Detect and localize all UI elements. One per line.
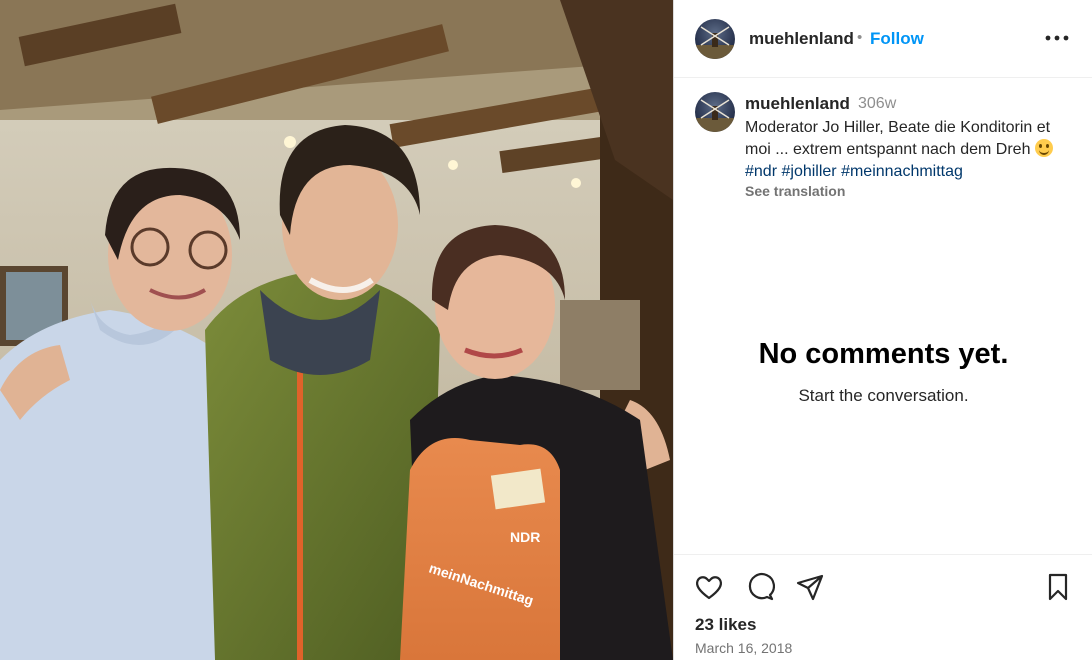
separator-dot: •: [857, 29, 863, 46]
apron-brand: NDR: [510, 529, 540, 545]
no-comments-title: No comments yet.: [758, 338, 1009, 370]
smiling-face-emoji-icon: [1034, 139, 1053, 157]
caption-timestamp[interactable]: 306w: [858, 95, 896, 113]
more-options-icon[interactable]: [1044, 28, 1070, 48]
windmill-icon: [695, 99, 735, 132]
caption-avatar[interactable]: [695, 92, 735, 132]
share-icon[interactable]: [795, 572, 825, 602]
comment-icon[interactable]: [745, 572, 775, 602]
post-date[interactable]: March 16, 2018: [695, 640, 792, 656]
bookmark-icon[interactable]: [1043, 572, 1073, 602]
action-bar: 23 likes March 16, 2018: [674, 554, 1092, 660]
follow-button[interactable]: Follow: [870, 29, 924, 49]
post-photo[interactable]: NDR meinNachmittag: [0, 0, 673, 660]
post-image: NDR meinNachmittag: [0, 0, 673, 660]
heart-icon[interactable]: [694, 572, 724, 602]
no-comments-subtitle: Start the conversation.: [798, 386, 969, 405]
post-caption: muehlenland 306w Moderator Jo Hiller, Be…: [674, 78, 1092, 218]
caption-username[interactable]: muehlenland: [745, 94, 850, 114]
author-avatar[interactable]: [695, 19, 735, 59]
windmill-icon: [695, 26, 735, 59]
see-translation-link[interactable]: See translation: [745, 183, 845, 199]
post-panel: muehlenland • Follow muehlenland 306w Mo…: [673, 0, 1092, 660]
hashtag-ndr[interactable]: #ndr: [745, 163, 777, 180]
post-header: muehlenland • Follow: [674, 0, 1092, 78]
caption-text: Moderator Jo Hiller, Beate die Konditori…: [745, 117, 1075, 183]
author-username[interactable]: muehlenland: [749, 29, 854, 49]
likes-count[interactable]: 23 likes: [695, 615, 756, 635]
hashtag-johiller[interactable]: #johiller: [781, 163, 836, 180]
hashtag-meinnachmittag[interactable]: #meinnachmittag: [841, 163, 963, 180]
caption-body: Moderator Jo Hiller, Beate die Konditori…: [745, 119, 1051, 158]
